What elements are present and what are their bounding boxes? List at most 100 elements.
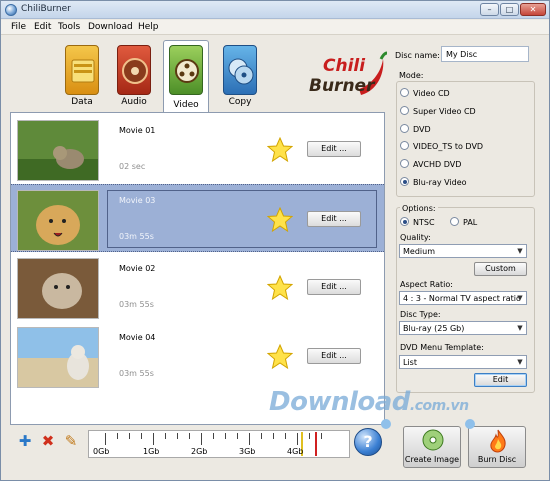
mode-option-label: Super Video CD (413, 107, 476, 116)
radio-ntsc[interactable] (400, 217, 409, 226)
movie-thumbnail (17, 258, 99, 319)
custom-button[interactable]: Custom (474, 262, 527, 276)
ruler-tick (117, 433, 118, 439)
movie-thumbnail (17, 120, 99, 181)
title-bar: ChiliBurner – □ ✕ (1, 1, 549, 19)
ruler-tick (201, 433, 202, 445)
movie-thumbnail (17, 190, 99, 251)
tab-video-label: Video (173, 100, 199, 110)
menu-template-value: List (403, 358, 417, 367)
ruler-tick (189, 433, 190, 439)
create-image-button[interactable]: Create Image (403, 426, 461, 468)
create-image-icon (422, 429, 444, 451)
radio-avchd-dvd[interactable] (400, 159, 409, 168)
movie-title: Movie 04 (119, 333, 156, 342)
ruler-label: 1Gb (143, 447, 160, 456)
radio-video-cd[interactable] (400, 88, 409, 97)
logo-line1: Chili (323, 56, 366, 76)
ruler-label: 4Gb (287, 447, 304, 456)
window-title: ChiliBurner (21, 4, 71, 14)
tab-audio-label: Audio (121, 97, 147, 107)
radio-super-video-cd[interactable] (400, 106, 409, 115)
x-icon[interactable]: ✖ (40, 433, 56, 449)
edit-button[interactable]: Edit ... (307, 279, 361, 295)
settings-panel: Disc name: My Disc Mode: Video CD Super … (389, 37, 549, 432)
list-item[interactable]: Movie 01 02 sec Edit ... (11, 115, 384, 183)
mode-option-label: VIDEO_TS to DVD (413, 142, 484, 151)
maximize-button[interactable]: □ (500, 3, 519, 16)
movie-duration: 02 sec (119, 162, 146, 171)
radio-pal[interactable] (450, 217, 459, 226)
quality-select[interactable]: Medium ▼ (399, 244, 527, 258)
tab-audio[interactable]: Audio (111, 43, 157, 109)
aspect-ratio-select[interactable]: 4 : 3 - Normal TV aspect ratio ▼ (399, 291, 527, 305)
movie-title: Movie 01 (119, 126, 156, 135)
aspect-ratio-label: Aspect Ratio: (400, 280, 453, 289)
list-item[interactable]: Movie 04 03m 55s Edit ... (11, 322, 384, 390)
close-button[interactable]: ✕ (520, 3, 546, 16)
capacity-limit-marker (315, 432, 317, 456)
ruler-tick (297, 433, 298, 445)
tab-data[interactable]: Data (59, 43, 105, 109)
chili-burner-logo: Chili Burner (301, 49, 388, 101)
star-icon[interactable] (267, 137, 293, 163)
plus-icon[interactable]: ✚ (17, 433, 33, 449)
ruler-tick (261, 433, 262, 439)
ruler-tick (321, 433, 322, 439)
cd-audio-icon (117, 45, 151, 95)
disc-type-value: Blu-ray (25 Gb) (403, 324, 465, 333)
mode-option-label: Blu-ray Video (413, 178, 467, 187)
menu-edit[interactable]: Edit (34, 22, 51, 32)
help-button[interactable]: ? (354, 428, 382, 456)
watermark-dot (465, 419, 475, 429)
radio-blu-ray-video[interactable] (400, 177, 409, 186)
movie-duration: 03m 55s (119, 369, 154, 378)
minimize-button[interactable]: – (480, 3, 499, 16)
radio-video-ts-to-dvd[interactable] (400, 141, 409, 150)
tab-video[interactable]: Video (163, 40, 209, 112)
disc-name-input[interactable]: My Disc (441, 46, 529, 62)
disc-type-select[interactable]: Blu-ray (25 Gb) ▼ (399, 321, 527, 335)
star-icon[interactable] (267, 344, 293, 370)
options-label: Options: (400, 204, 438, 213)
menu-file[interactable]: File (11, 22, 26, 32)
pencil-icon[interactable]: ✎ (63, 433, 79, 449)
edit-button[interactable]: Edit ... (307, 348, 361, 364)
ntsc-label: NTSC (413, 218, 435, 227)
menu-template-select[interactable]: List ▼ (399, 355, 527, 369)
menu-bar: File Edit Tools Download Help (1, 20, 549, 35)
ruler-tick (309, 433, 310, 439)
quality-label: Quality: (400, 233, 431, 242)
folder-icon (65, 45, 99, 95)
burn-disc-label: Burn Disc (477, 455, 517, 464)
list-item[interactable]: Movie 03 03m 55s Edit ... (11, 184, 384, 252)
star-icon[interactable] (267, 207, 293, 233)
ruler-tick (213, 433, 214, 439)
ruler-label: 0Gb (93, 447, 110, 456)
ruler-tick (237, 433, 238, 439)
create-image-label: Create Image (404, 455, 460, 464)
chevron-down-icon: ▼ (517, 358, 523, 366)
burn-disc-button[interactable]: Burn Disc (468, 426, 526, 468)
menu-template-label: DVD Menu Template: (400, 343, 484, 352)
tab-copy[interactable]: Copy (217, 43, 263, 109)
disc-copy-icon (223, 45, 257, 95)
menu-tools[interactable]: Tools (58, 22, 80, 32)
star-icon[interactable] (267, 275, 293, 301)
menu-help[interactable]: Help (138, 22, 159, 32)
menu-download[interactable]: Download (88, 22, 133, 32)
quality-value: Medium (403, 247, 435, 256)
mode-label: Mode: (399, 71, 424, 80)
edit-button[interactable]: Edit ... (307, 141, 361, 157)
ruler-tick (249, 433, 250, 445)
radio-dvd[interactable] (400, 124, 409, 133)
ruler-tick (105, 433, 106, 445)
template-edit-button[interactable]: Edit (474, 373, 527, 387)
app-icon (5, 4, 17, 16)
mode-option-label: AVCHD DVD (413, 160, 462, 169)
ruler-tick (225, 433, 226, 439)
watermark-dot (381, 419, 391, 429)
list-item[interactable]: Movie 02 03m 55s Edit ... (11, 253, 384, 321)
ruler-label: 3Gb (239, 447, 256, 456)
edit-button[interactable]: Edit ... (307, 211, 361, 227)
